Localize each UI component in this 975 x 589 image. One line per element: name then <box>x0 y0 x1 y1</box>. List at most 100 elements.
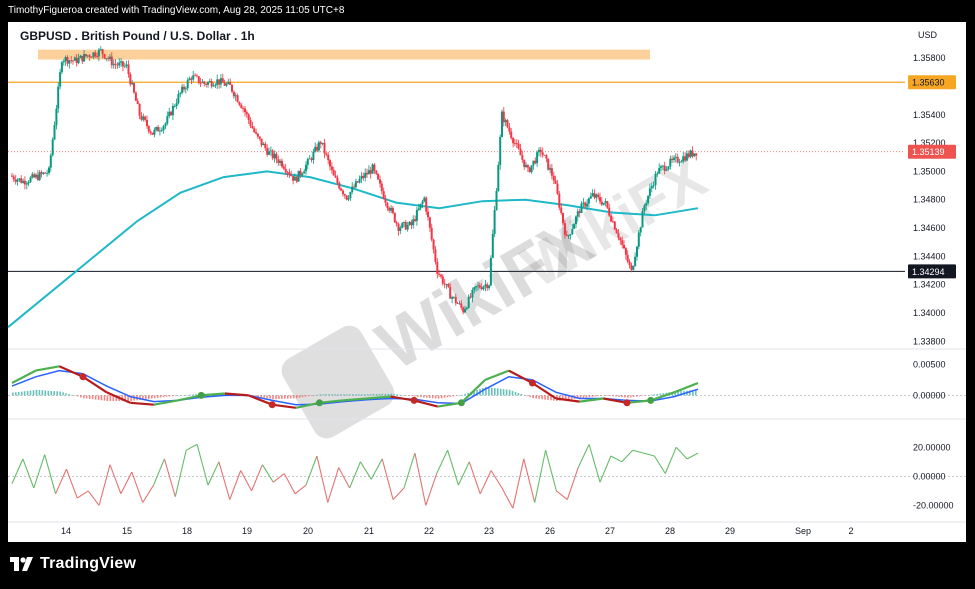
macd-histogram-bar <box>352 394 354 396</box>
footer-bar: TradingView <box>0 542 975 589</box>
candle-body <box>473 287 476 290</box>
candle-body <box>103 54 106 59</box>
candle-body <box>312 151 315 160</box>
time-tick-label: 29 <box>725 526 735 536</box>
candle-body <box>184 88 187 90</box>
macd-histogram-bar <box>541 395 543 400</box>
candle <box>593 189 596 200</box>
candle-body <box>471 289 474 298</box>
candle <box>491 229 494 259</box>
candle <box>693 153 696 158</box>
price-tick-label: 1.34600 <box>913 223 946 233</box>
oscillator-pane[interactable] <box>8 443 966 509</box>
candle <box>508 122 511 135</box>
tradingview-logo[interactable]: TradingView <box>10 555 136 573</box>
macd-histogram-bar <box>499 388 502 396</box>
candle <box>425 196 428 215</box>
candle-body <box>31 174 34 178</box>
macd-histogram-bar <box>183 395 186 396</box>
macd-histogram-bar <box>529 395 532 398</box>
candle-body <box>86 55 89 57</box>
candle-body <box>375 170 378 174</box>
macd-line-segment <box>35 365 60 372</box>
candle <box>391 206 394 215</box>
macd-histogram-bar <box>313 395 316 396</box>
oscillator-line-segment <box>11 458 24 484</box>
oscillator-line-segment <box>44 454 57 494</box>
candle <box>105 58 108 62</box>
candle-body <box>345 195 348 200</box>
candle-body <box>101 49 104 55</box>
candle <box>393 212 396 223</box>
macd-histogram-bar <box>502 389 505 396</box>
candle-body <box>599 196 601 202</box>
candle-body <box>549 168 552 170</box>
candle-body <box>366 172 368 175</box>
macd-tick-label: 0.00000 <box>913 390 946 400</box>
candle <box>247 113 250 124</box>
supply-zone <box>38 49 650 60</box>
macd-histogram-bar <box>372 394 375 396</box>
candle <box>160 127 163 133</box>
candle-body <box>223 82 226 86</box>
candle <box>325 152 328 157</box>
macd-histogram-bar <box>496 388 499 396</box>
candle-body <box>330 166 333 170</box>
candle-body <box>415 210 418 221</box>
candle-body <box>571 228 574 235</box>
candle <box>493 205 496 237</box>
macd-histogram-bar <box>452 395 455 397</box>
macd-histogram-bar <box>162 395 165 398</box>
candle-body <box>408 221 411 225</box>
candle-body <box>349 192 352 198</box>
candle-body <box>674 156 677 158</box>
candle-body <box>181 86 184 93</box>
candle <box>279 159 282 166</box>
candle <box>395 220 398 227</box>
candle <box>38 169 41 181</box>
candle-body <box>166 116 169 124</box>
macd-cross-dot <box>268 401 276 409</box>
candle <box>179 92 182 98</box>
macd-histogram-bar <box>304 395 307 397</box>
candle-body <box>317 142 320 151</box>
candle-body <box>354 181 357 188</box>
candle-body <box>624 248 627 255</box>
candle-body <box>290 174 293 176</box>
candle-body <box>550 168 553 176</box>
candle-body <box>377 173 380 180</box>
candle <box>44 172 47 174</box>
candle <box>521 150 524 163</box>
macd-histogram-bar <box>461 394 463 396</box>
macd-histogram-bar <box>80 395 82 398</box>
candle-body <box>515 143 518 145</box>
candle <box>192 70 195 82</box>
macd-histogram-bar <box>307 395 310 397</box>
candle <box>408 221 411 226</box>
candle-body <box>587 198 590 204</box>
candle <box>634 252 637 267</box>
candle-body <box>94 52 97 57</box>
candle-body <box>634 256 637 267</box>
candle-body <box>397 223 400 231</box>
candle <box>502 107 505 127</box>
price-tick-label: 1.34000 <box>913 308 946 318</box>
candle <box>499 134 502 170</box>
time-tick-label: 27 <box>605 526 615 536</box>
oscillator-line-segment <box>577 444 590 468</box>
candle-body <box>316 146 319 151</box>
candle-body <box>57 86 60 109</box>
candle <box>112 59 115 69</box>
macd-pane[interactable] <box>8 365 966 409</box>
candle-body <box>502 111 505 123</box>
candle <box>62 59 65 66</box>
macd-cross-dot <box>457 399 465 407</box>
candle <box>251 121 254 129</box>
candle-body <box>484 284 487 287</box>
candle-body <box>404 222 407 230</box>
candle-body <box>12 176 15 180</box>
candle <box>153 127 156 138</box>
chart-area[interactable]: WikiFX WikiFX 1.35800 1.35400 1.35200 1.3500… <box>7 22 966 542</box>
candle <box>504 118 507 127</box>
chart-svg[interactable]: WikiFXWikiFX 1.358001.354001.352001.3500… <box>7 22 966 542</box>
